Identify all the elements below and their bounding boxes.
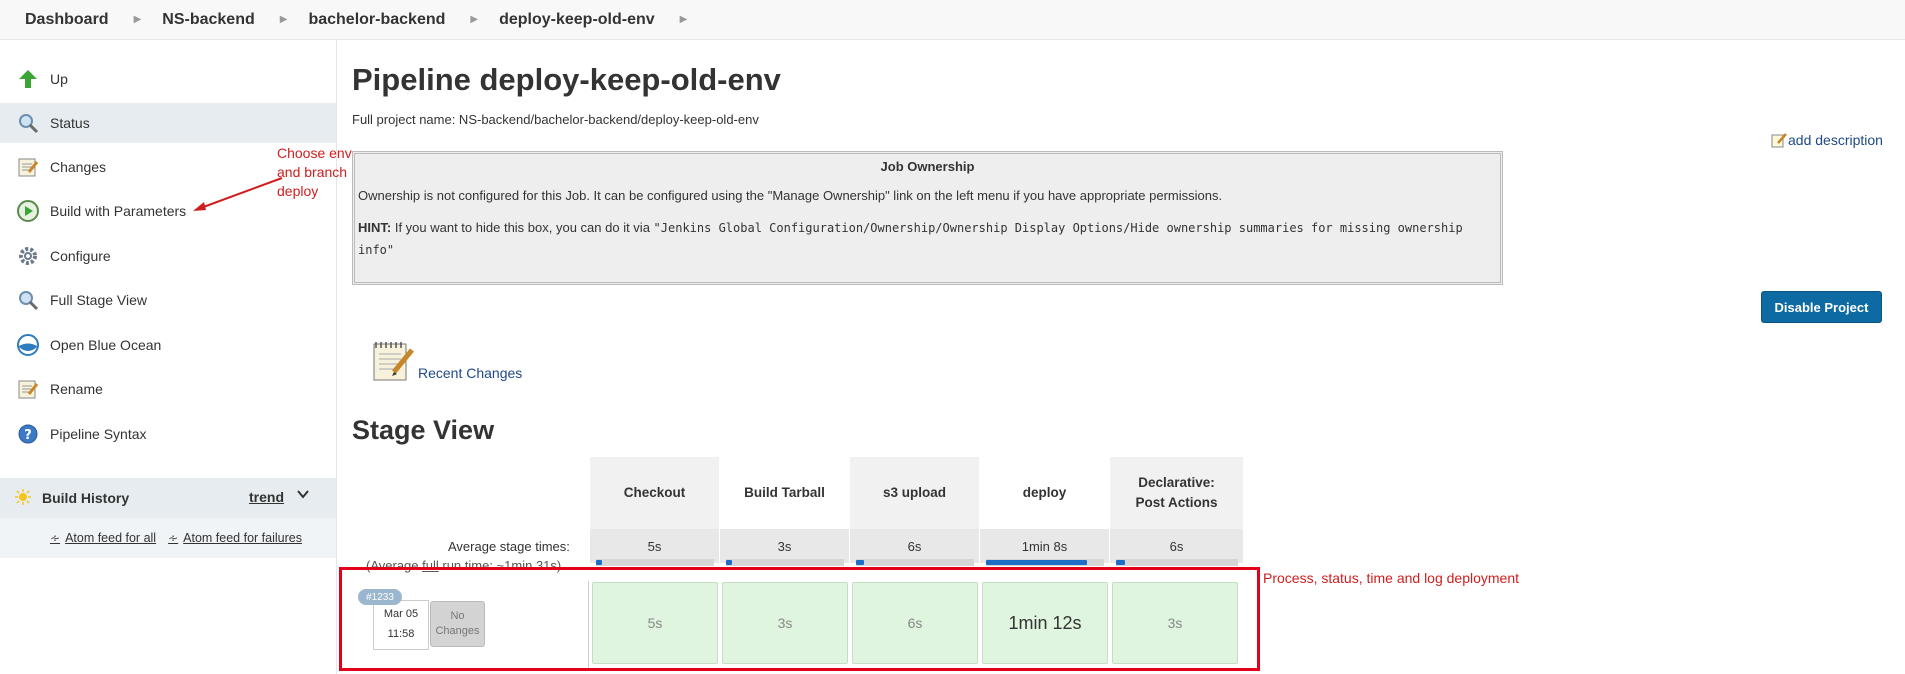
sun-icon [14, 488, 32, 509]
annotation-arrow [193, 177, 283, 211]
avg-progress-track [856, 559, 974, 566]
stage-header: deploy [980, 457, 1110, 529]
avg-progress-bar [726, 560, 732, 565]
breadcrumb-label[interactable]: bachelor-backend [295, 11, 458, 29]
feed-label[interactable]: Atom feed for all [65, 531, 156, 545]
job-ownership-box: Job Ownership Ownership is not configure… [352, 151, 1503, 285]
add-description-link[interactable]: add description [1771, 132, 1883, 148]
stage-view-title: Stage View [352, 415, 495, 445]
sidebar-item-open-blue-ocean[interactable]: Open Blue Ocean [0, 325, 336, 365]
notepad-icon [16, 155, 40, 179]
ownership-text: Ownership is not configured for this Job… [358, 188, 1223, 203]
sidebar-item-label[interactable]: Build with Parameters [50, 203, 186, 219]
chevron-right-icon[interactable]: ▶ [668, 14, 696, 25]
sidebar-item-up[interactable]: Up [0, 59, 336, 99]
breadcrumb-label[interactable]: Dashboard [12, 11, 122, 29]
atom-feed-failures-link[interactable]: ∻ Atom feed for failures [168, 531, 302, 545]
sidebar-item-label[interactable]: Up [50, 71, 68, 87]
avg-stage-time: 6s [1110, 529, 1244, 563]
average-stage-times-label: Average stage times: [448, 539, 570, 554]
stage-header: Build Tarball [720, 457, 850, 529]
ownership-title: Job Ownership [880, 159, 975, 174]
full-project-name: Full project name: NS-backend/bachelor-b… [352, 112, 759, 127]
recent-changes[interactable]: Recent Changes [370, 338, 522, 387]
ownership-hint: HINT: If you want to hide this box, you … [358, 217, 1497, 261]
gear-icon [16, 244, 40, 268]
breadcrumb-label[interactable]: NS-backend [149, 11, 267, 29]
avg-progress-track [726, 559, 844, 566]
chevron-right-icon[interactable]: ▶ [122, 14, 150, 25]
magnifier-icon [16, 288, 40, 312]
annotation-highlight-box [339, 567, 1260, 671]
breadcrumb: Dashboard ▶ NS-backend ▶ bachelor-backend ▶… [0, 0, 1905, 40]
hint-text: If you want to hide this box, you can do… [391, 220, 654, 235]
breadcrumb-item-bachelor-backend[interactable]: bachelor-backend ▶ [295, 11, 486, 29]
sidebar-item-label[interactable]: Full Stage View [50, 292, 147, 308]
avg-progress-bar [1116, 560, 1125, 565]
breadcrumb-item-job[interactable]: deploy-keep-old-env ▶ [486, 11, 695, 29]
avg-stage-time: 6s [850, 529, 980, 563]
blue-ocean-icon [16, 333, 40, 357]
svg-text:?: ? [24, 428, 32, 443]
trend-link[interactable]: trend [249, 489, 284, 505]
sidebar-item-configure[interactable]: Configure [0, 236, 336, 276]
stage-header: Declarative: Post Actions [1110, 457, 1244, 529]
breadcrumb-item-ns-backend[interactable]: NS-backend ▶ [149, 11, 295, 29]
sidebar-item-pipeline-syntax[interactable]: ? Pipeline Syntax [0, 414, 336, 454]
sidebar-item-label[interactable]: Status [50, 115, 90, 131]
notepad-icon [16, 377, 40, 401]
magnifier-icon [16, 111, 40, 135]
annotation-choose-env: Choose env and branch deploy [277, 145, 352, 199]
build-history-feeds: ∻ Atom feed for all ∻ Atom feed for fail… [0, 518, 336, 558]
sidebar: Up Status Changes Build with Parameters … [0, 40, 337, 674]
edit-icon [1771, 132, 1787, 148]
avg-progress-track [596, 559, 714, 566]
notepad-icon [370, 338, 416, 387]
breadcrumb-item-dashboard[interactable]: Dashboard ▶ [12, 11, 149, 29]
page-title: Pipeline deploy-keep-old-env [352, 62, 781, 97]
avg-progress-bar [856, 560, 864, 565]
clock-play-icon [16, 199, 40, 223]
up-arrow-icon [16, 67, 40, 91]
annotation-process: Process, status, time and log deployment [1263, 570, 1520, 586]
hint-label: HINT: [358, 220, 392, 235]
help-icon: ? [16, 422, 40, 446]
sidebar-item-label[interactable]: Changes [50, 159, 106, 175]
avg-stage-time: 5s [590, 529, 720, 563]
feed-label[interactable]: Atom feed for failures [183, 531, 302, 545]
sidebar-item-full-stage-view[interactable]: Full Stage View [0, 280, 336, 320]
sidebar-item-label[interactable]: Open Blue Ocean [50, 337, 161, 353]
breadcrumb-label[interactable]: deploy-keep-old-env [486, 11, 668, 29]
rss-icon: ∻ [50, 531, 61, 545]
sidebar-item-label[interactable]: Rename [50, 381, 103, 397]
stage-header: Checkout [590, 457, 720, 529]
disable-project-button[interactable]: Disable Project [1761, 291, 1882, 323]
build-history-header[interactable]: Build History trend [0, 478, 336, 518]
avg-progress-bar [596, 560, 602, 565]
avg-progress-bar [986, 560, 1087, 565]
rss-icon: ∻ [168, 531, 179, 545]
atom-feed-all-link[interactable]: ∻ Atom feed for all [50, 531, 156, 545]
avg-stage-time: 3s [720, 529, 850, 563]
sidebar-item-rename[interactable]: Rename [0, 369, 336, 409]
stage-header: s3 upload [850, 457, 980, 529]
add-description-label[interactable]: add description [1788, 132, 1883, 148]
recent-changes-link[interactable]: Recent Changes [418, 365, 522, 381]
build-history-title: Build History [42, 490, 130, 506]
chevron-down-icon[interactable] [296, 487, 310, 504]
avg-stage-time: 1min 8s [980, 529, 1110, 563]
sidebar-item-label[interactable]: Configure [50, 248, 111, 264]
chevron-right-icon[interactable]: ▶ [268, 14, 296, 25]
avg-progress-track [1116, 559, 1238, 566]
sidebar-item-status[interactable]: Status [0, 103, 336, 143]
chevron-right-icon[interactable]: ▶ [458, 14, 486, 25]
sidebar-item-label[interactable]: Pipeline Syntax [50, 426, 147, 442]
